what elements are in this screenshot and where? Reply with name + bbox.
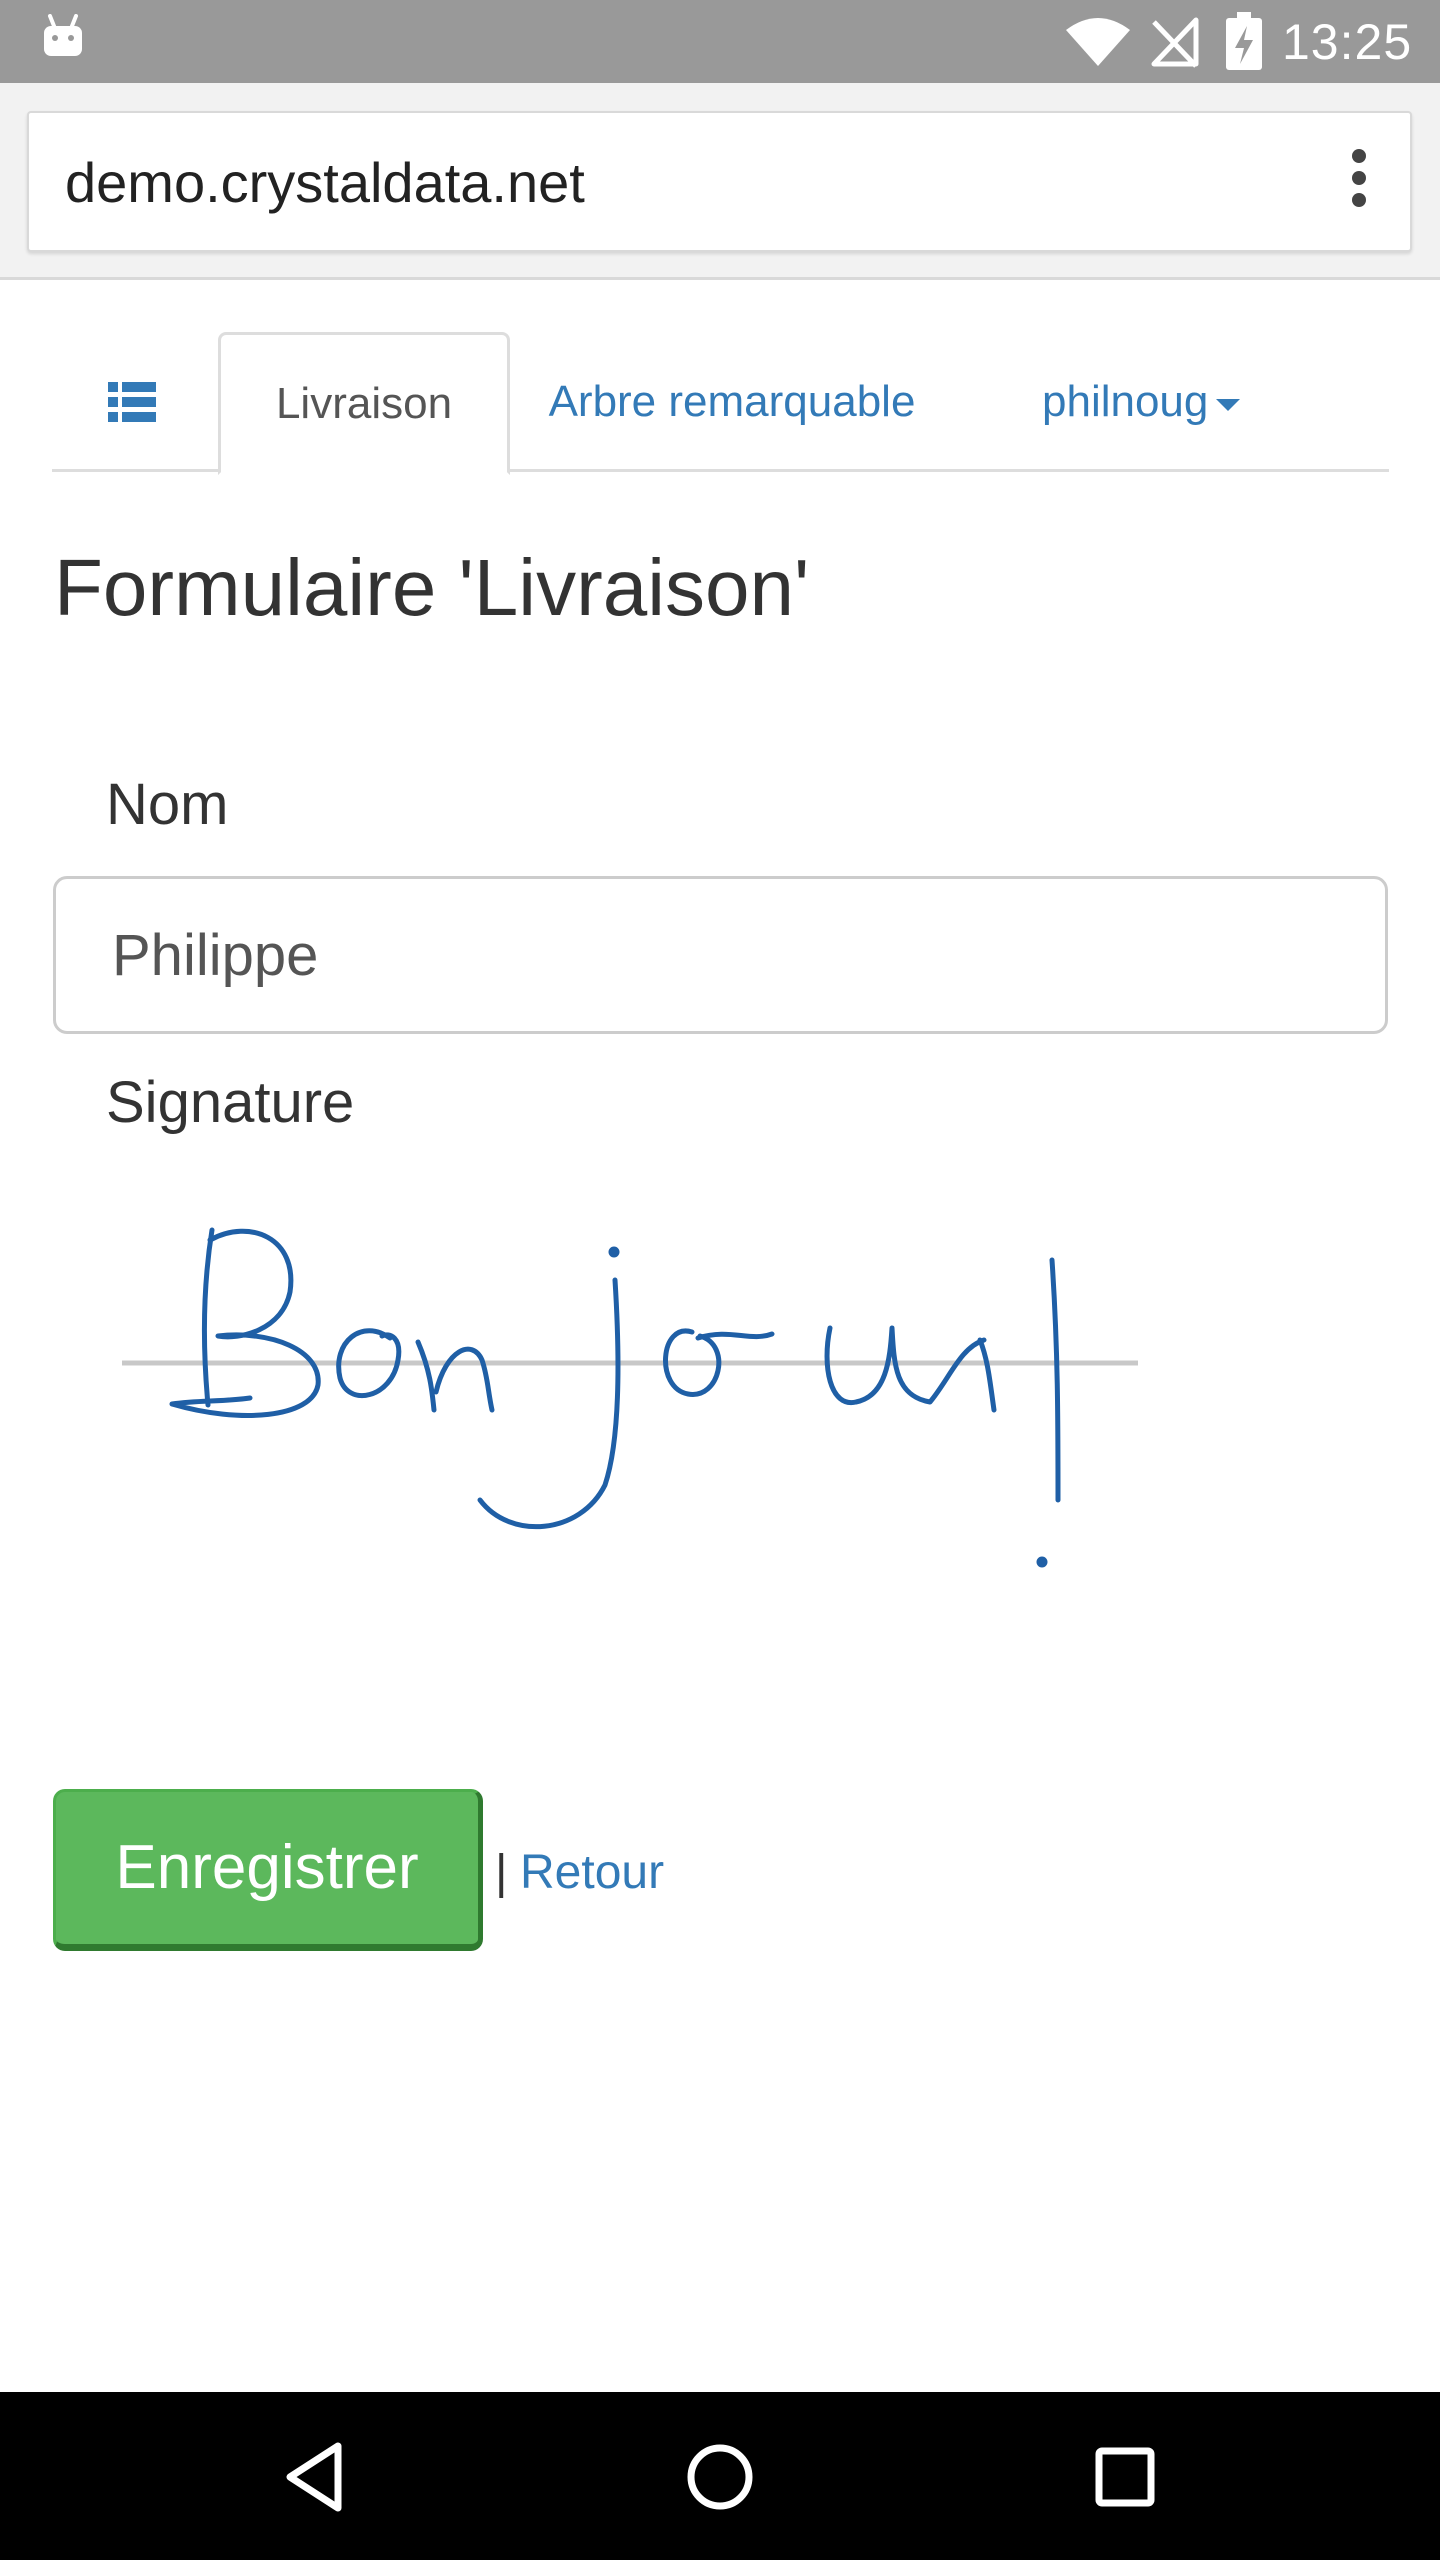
link-separator: | (495, 1846, 508, 1899)
more-vert-icon[interactable] (1352, 149, 1366, 209)
url-text[interactable]: demo.crystaldata.net (65, 151, 585, 215)
nom-label: Nom (106, 772, 229, 837)
back-triangle-icon[interactable] (270, 2432, 360, 2522)
no-signal-icon (1151, 17, 1199, 68)
tab-livraison[interactable]: Livraison (218, 332, 510, 475)
home-circle-icon[interactable] (675, 2432, 765, 2522)
wifi-icon (1066, 18, 1130, 66)
address-bar[interactable]: demo.crystaldata.net (27, 111, 1412, 252)
signature-ink (169, 1227, 1061, 1568)
list-icon (108, 382, 156, 422)
recents-square-icon[interactable] (1080, 2432, 1170, 2522)
signature-label: Signature (106, 1070, 355, 1135)
back-link[interactable]: Retour (520, 1843, 664, 1903)
status-bar: 13:25 (0, 0, 1440, 83)
status-clock: 13:25 (1282, 14, 1413, 70)
save-button[interactable]: Enregistrer (53, 1789, 483, 1951)
user-menu-dropdown[interactable]: philnoug (1042, 332, 1342, 472)
battery-charging-icon (1226, 12, 1262, 70)
nav-tabs: Livraison Arbre remarquable philnoug (52, 332, 1389, 475)
signature-pad[interactable] (100, 1210, 1200, 1610)
tab-arbre-remarquable[interactable]: Arbre remarquable (522, 332, 942, 472)
system-nav-bar (0, 2392, 1440, 2560)
tab-list[interactable] (52, 332, 212, 472)
nom-input[interactable] (53, 876, 1388, 1034)
caret-down-icon (1216, 399, 1241, 411)
browser-toolbar: demo.crystaldata.net (0, 83, 1440, 280)
android-icon (44, 14, 82, 56)
page-title: Formulaire 'Livraison' (54, 543, 810, 632)
user-menu-label: philnoug (1042, 377, 1209, 426)
